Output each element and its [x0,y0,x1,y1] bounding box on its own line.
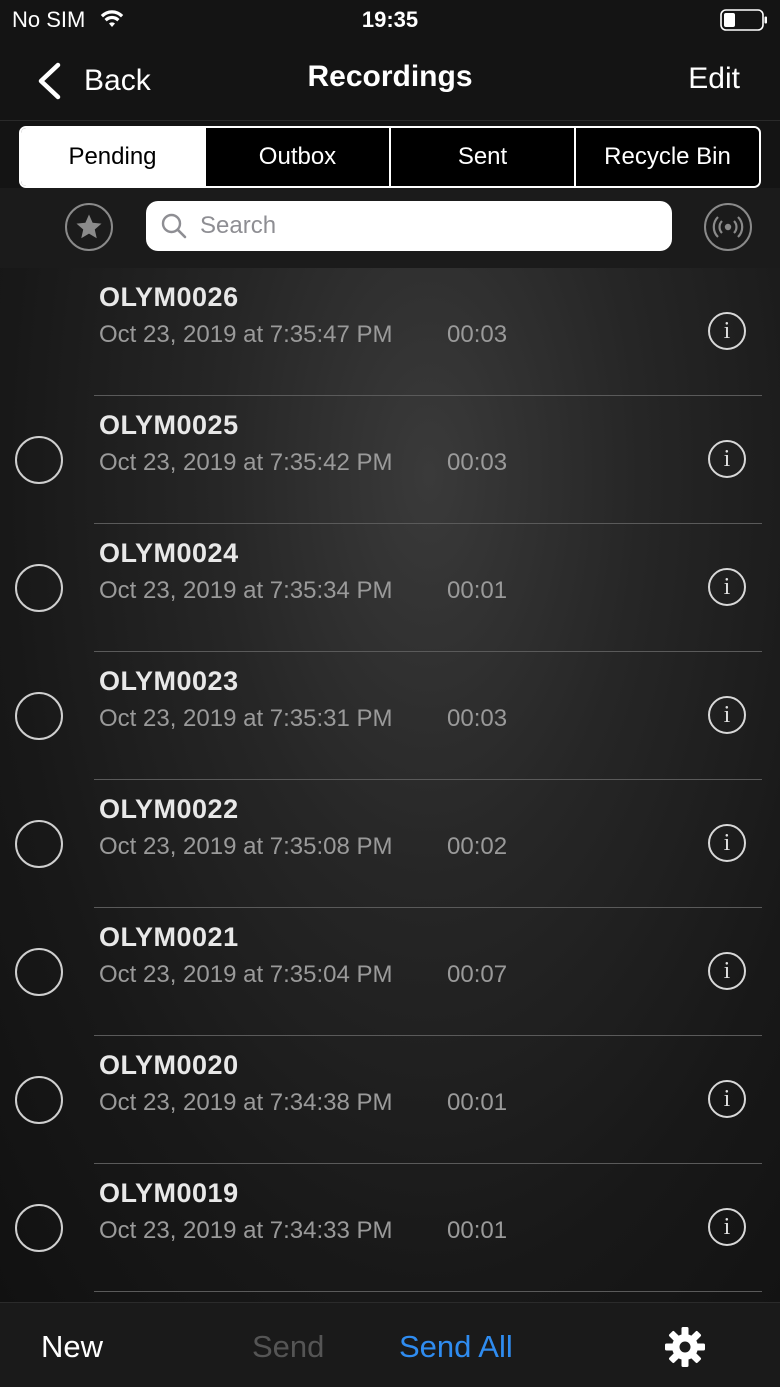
select-circle[interactable] [15,564,63,612]
info-icon[interactable]: i [708,952,746,990]
info-icon[interactable]: i [708,312,746,350]
recording-duration: 00:03 [447,321,508,348]
list-item[interactable]: OLYM0026 Oct 23, 2019 at 7:35:47 PM 00:0… [0,268,780,396]
info-icon[interactable]: i [708,440,746,478]
search-placeholder: Search [200,212,277,239]
info-icon[interactable]: i [708,1208,746,1246]
clock: 19:35 [361,7,419,32]
list-item[interactable]: OLYM0020 Oct 23, 2019 at 7:34:38 PM 00:0… [0,1036,780,1164]
select-circle[interactable] [15,948,63,996]
page-title: Recordings [307,60,473,93]
search-input[interactable]: Search [146,201,672,251]
status-bar: No SIM 19:35 [0,0,780,42]
send-all-button[interactable]: Send All [399,1329,513,1365]
recording-name: OLYM0026 [99,282,239,312]
send-button[interactable]: Send [252,1329,324,1365]
favorites-button[interactable] [65,203,113,251]
recording-name: OLYM0019 [99,1178,239,1208]
info-icon[interactable]: i [708,696,746,734]
recording-name: OLYM0020 [99,1050,239,1080]
select-circle[interactable] [15,436,63,484]
recording-duration: 00:03 [447,705,508,732]
segment-bar: Pending Outbox Sent Recycle Bin [0,120,780,188]
recording-duration: 00:01 [447,1089,508,1116]
list-item[interactable]: OLYM0025 Oct 23, 2019 at 7:35:42 PM 00:0… [0,396,780,524]
row-divider [94,1291,762,1292]
recording-duration: 00:02 [447,833,508,860]
recording-name: OLYM0025 [99,410,239,440]
edit-button[interactable]: Edit [688,62,740,96]
recording-date: Oct 23, 2019 at 7:35:42 PM [99,449,393,476]
recording-date: Oct 23, 2019 at 7:35:04 PM [99,961,393,988]
list-item[interactable]: OLYM0024 Oct 23, 2019 at 7:35:34 PM 00:0… [0,524,780,652]
recording-duration: 00:07 [447,961,508,988]
recording-name: OLYM0022 [99,794,239,824]
info-icon[interactable]: i [708,824,746,862]
broadcast-icon [712,216,744,238]
recording-duration: 00:01 [447,1217,508,1244]
tab-recycle-bin[interactable]: Recycle Bin [574,128,759,186]
recording-duration: 00:03 [447,449,508,476]
recording-name: OLYM0021 [99,922,239,952]
segmented-control: Pending Outbox Sent Recycle Bin [19,126,761,188]
select-circle[interactable] [15,1076,63,1124]
recording-date: Oct 23, 2019 at 7:34:38 PM [99,1089,393,1116]
recordings-list[interactable]: OLYM0026 Oct 23, 2019 at 7:35:47 PM 00:0… [0,268,780,1302]
battery-icon [720,9,767,31]
recording-date: Oct 23, 2019 at 7:35:47 PM [99,321,393,348]
recording-date: Oct 23, 2019 at 7:35:31 PM [99,705,393,732]
bottom-toolbar: New Send Send All [0,1302,780,1387]
info-icon[interactable]: i [708,568,746,606]
list-item[interactable]: OLYM0021 Oct 23, 2019 at 7:35:04 PM 00:0… [0,908,780,1036]
recording-duration: 00:01 [447,577,508,604]
tab-outbox[interactable]: Outbox [204,128,389,186]
star-icon [76,214,102,239]
list-item[interactable]: OLYM0022 Oct 23, 2019 at 7:35:08 PM 00:0… [0,780,780,908]
settings-gear-icon[interactable] [664,1326,706,1368]
list-item[interactable]: OLYM0023 Oct 23, 2019 at 7:35:31 PM 00:0… [0,652,780,780]
tab-pending[interactable]: Pending [21,128,204,186]
list-item[interactable]: OLYM0019 Oct 23, 2019 at 7:34:33 PM 00:0… [0,1164,780,1292]
info-icon[interactable]: i [708,1080,746,1118]
recording-name: OLYM0024 [99,538,239,568]
recording-date: Oct 23, 2019 at 7:34:33 PM [99,1217,393,1244]
navigation-bar: Back Recordings Edit [0,42,780,120]
search-row: Search [0,188,780,268]
new-button[interactable]: New [41,1329,103,1365]
signal-button[interactable] [704,203,752,251]
select-circle[interactable] [15,692,63,740]
recording-date: Oct 23, 2019 at 7:35:34 PM [99,577,393,604]
recording-name: OLYM0023 [99,666,239,696]
search-icon [161,213,187,239]
select-circle[interactable] [15,1204,63,1252]
select-circle[interactable] [15,820,63,868]
tab-sent[interactable]: Sent [389,128,574,186]
recording-date: Oct 23, 2019 at 7:35:08 PM [99,833,393,860]
